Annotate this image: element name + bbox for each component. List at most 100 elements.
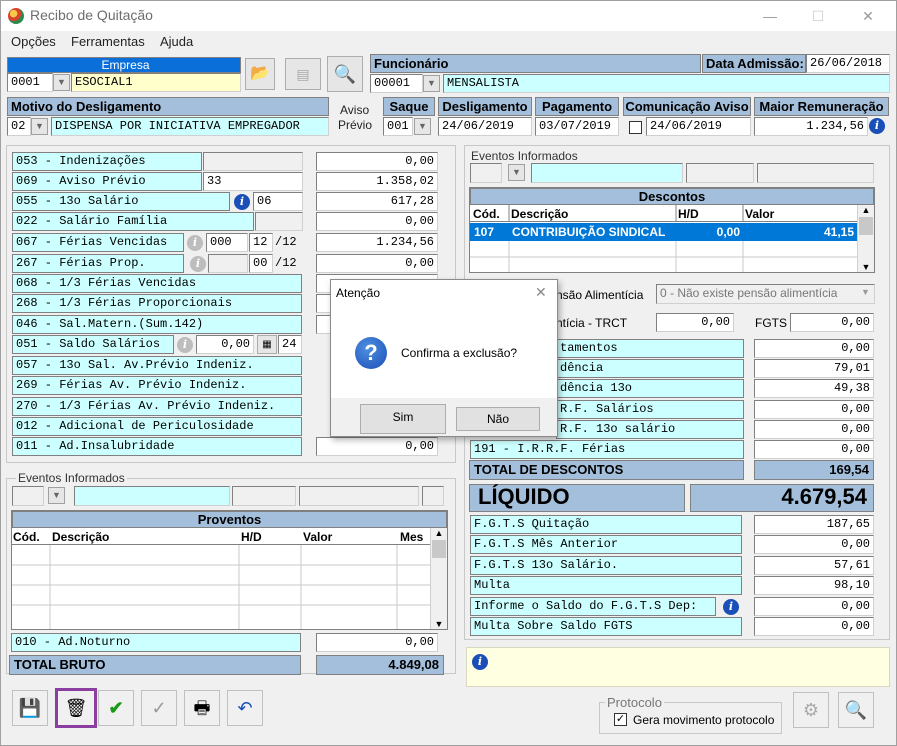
funcionario-code[interactable]: 00001	[370, 74, 423, 93]
saldo-salarios-info-icon[interactable]: i	[177, 337, 193, 353]
menu-opcoes[interactable]: Opções	[11, 34, 56, 49]
empresa-code[interactable]: 0001	[7, 73, 53, 92]
scroll-down-icon[interactable]: ▼	[431, 619, 447, 629]
item-ferias-vencidas-months[interactable]: 12	[249, 233, 273, 252]
item-saldo-salarios-amount[interactable]: 0,00	[196, 335, 254, 354]
desc-item-value-5[interactable]: 0,00	[754, 420, 874, 439]
minimize-icon[interactable]: —	[760, 6, 780, 26]
proventos-scrollbar[interactable]: ▲ ▼	[430, 528, 447, 629]
fgts-quitacao-value[interactable]: 187,65	[754, 515, 874, 534]
item-indenizacoes-value[interactable]: 0,00	[316, 152, 438, 171]
item-aviso-previo-value[interactable]: 1.358,02	[316, 172, 438, 191]
protocolo-checkbox[interactable]: ✓	[614, 713, 627, 726]
item-ferias-prop-months[interactable]: 00	[249, 254, 273, 273]
fgts-value[interactable]: 0,00	[790, 313, 874, 332]
ferias-vencidas-info-icon[interactable]: i	[187, 235, 203, 251]
pensao-select[interactable]: 0 - Não existe pensão alimentícia	[656, 284, 875, 304]
scroll-up-icon[interactable]: ▲	[431, 528, 447, 538]
eventos-left-desc[interactable]	[74, 486, 230, 506]
delete-button[interactable]: 🗑	[55, 688, 97, 728]
desc-scroll-down-icon[interactable]: ▼	[858, 262, 874, 272]
eventos-right-desc[interactable]	[531, 163, 683, 183]
empresa-dropdown-icon[interactable]: ▼	[53, 74, 70, 91]
ferias-prop-info-icon[interactable]: i	[190, 256, 206, 272]
desc-scroll-thumb[interactable]	[859, 217, 873, 235]
search-employee-button[interactable]: 🔍	[327, 56, 363, 92]
desc-scroll-up-icon[interactable]: ▲	[858, 205, 874, 215]
item-salario-familia-extra[interactable]	[255, 212, 303, 231]
desc-item-value-1[interactable]: 0,00	[754, 339, 874, 358]
empresa-name[interactable]: ESOCIAL1	[71, 73, 241, 92]
close-icon[interactable]: ✕	[858, 6, 878, 26]
document-button[interactable]: ▤	[285, 58, 321, 90]
comunicacao-date[interactable]: 24/06/2019	[646, 117, 751, 136]
eventos-left-dropdown-icon[interactable]: ▼	[48, 487, 65, 504]
eventos-left-code[interactable]	[12, 486, 44, 506]
saque-code[interactable]: 001	[383, 117, 413, 136]
item-ferias-vencidas-days[interactable]: 000	[206, 233, 248, 252]
ad-noturno-value[interactable]: 0,00	[316, 633, 438, 652]
eventos-right-dropdown-icon[interactable]: ▼	[508, 164, 525, 181]
item-salario-familia-value[interactable]: 0,00	[316, 212, 438, 231]
confirm-disabled-button[interactable]: ✓	[141, 690, 177, 726]
eventos-left-valor[interactable]	[299, 486, 419, 506]
motivo-desc[interactable]: DISPENSA POR INICIATIVA EMPREGADOR	[51, 117, 329, 136]
info-icon[interactable]: i	[869, 118, 885, 134]
saldo-fgts-info-icon[interactable]: i	[723, 599, 739, 615]
fgts-13-salario-value[interactable]: 57,61	[754, 556, 874, 575]
13-salario-info-icon[interactable]: i	[234, 194, 250, 210]
confirm-button[interactable]: ✔	[98, 690, 134, 726]
undo-button[interactable]: ↶	[227, 690, 263, 726]
search-doc-button[interactable]: 🔍	[838, 692, 874, 728]
fgts-mes-anterior-value[interactable]: 0,00	[754, 535, 874, 554]
funcionario-name[interactable]: MENSALISTA	[443, 74, 890, 93]
item-13-salario-months[interactable]: 06	[253, 192, 303, 211]
desc-item-value-2[interactable]: 79,01	[754, 359, 874, 378]
menu-ferramentas[interactable]: Ferramentas	[71, 34, 145, 49]
print-button[interactable]: 🖶	[184, 690, 220, 726]
item-ferias-prop-value[interactable]: 0,00	[316, 254, 438, 273]
dialog-close-icon[interactable]: ✕	[535, 284, 547, 301]
item-13-salario-value[interactable]: 617,28	[316, 192, 438, 211]
pensao-dropdown-icon[interactable]: ▼	[861, 287, 870, 297]
open-folder-button[interactable]: 📂	[245, 58, 275, 90]
maximize-icon[interactable]: ☐	[808, 6, 828, 26]
app-icon	[8, 8, 24, 24]
maior-remuneracao-value[interactable]: 1.234,56	[754, 117, 868, 136]
multa-value[interactable]: 98,10	[754, 576, 874, 595]
desc-item-value-4[interactable]: 0,00	[754, 400, 874, 419]
desc-item-value-6[interactable]: 0,00	[754, 440, 874, 459]
item-ferias-prop-extra[interactable]	[208, 254, 248, 273]
scroll-thumb[interactable]	[432, 540, 446, 558]
item-ferias-vencidas-value[interactable]: 1.234,56	[316, 233, 438, 252]
funcionario-dropdown-icon[interactable]: ▼	[423, 75, 440, 92]
desc-item-value-3[interactable]: 49,38	[754, 379, 874, 398]
item-insalubridade-value[interactable]: 0,00	[316, 437, 438, 456]
menu-ajuda[interactable]: Ajuda	[160, 34, 193, 49]
save-button[interactable]: 💾	[12, 690, 48, 726]
no-button[interactable]: Não	[456, 407, 540, 431]
tools-button[interactable]: ⚙	[793, 692, 829, 728]
item-aviso-previo-days[interactable]: 33	[203, 172, 303, 191]
item-saldo-salarios-days[interactable]: 24	[278, 335, 302, 354]
multa-saldo-fgts-value[interactable]: 0,00	[754, 617, 874, 636]
admissao-date[interactable]: 26/06/2018	[806, 54, 890, 73]
saldo-fgts-value[interactable]: 0,00	[754, 597, 874, 616]
calendar-button[interactable]: ▦	[257, 335, 277, 354]
eventos-right-valor[interactable]	[757, 163, 874, 183]
yes-button[interactable]: Sim	[360, 404, 446, 434]
eventos-left-hd[interactable]	[232, 486, 296, 506]
item-indenizacoes-extra[interactable]	[203, 152, 303, 171]
eventos-left-mes[interactable]	[422, 486, 444, 506]
pagamento-date[interactable]: 03/07/2019	[535, 117, 619, 136]
comunicacao-checkbox[interactable]	[629, 121, 642, 134]
motivo-code[interactable]: 02	[7, 117, 31, 136]
desligamento-date[interactable]: 24/06/2019	[438, 117, 532, 136]
descontos-scrollbar[interactable]: ▲ ▼	[857, 205, 874, 272]
trct-value[interactable]: 0,00	[656, 313, 734, 332]
motivo-dropdown-icon[interactable]: ▼	[31, 118, 48, 135]
eventos-right-code[interactable]	[470, 163, 502, 183]
saque-dropdown-icon[interactable]: ▼	[414, 118, 431, 135]
liquido-label: LÍQUIDO	[469, 484, 685, 512]
eventos-right-hd[interactable]	[686, 163, 754, 183]
